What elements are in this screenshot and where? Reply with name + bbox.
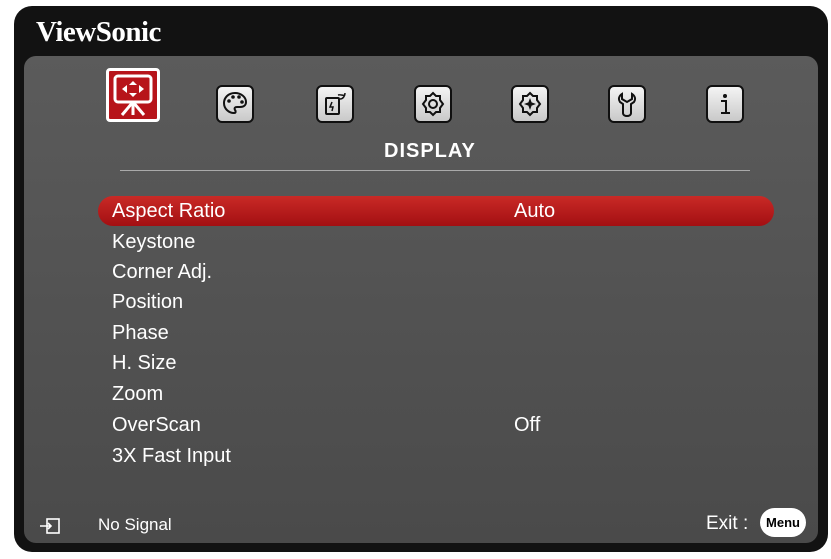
tab-display[interactable] — [106, 68, 160, 122]
menu-item-corner-adj[interactable]: Corner Adj. — [98, 257, 774, 287]
menu-panel: DISPLAY Aspect Ratio Auto Keystone Corne… — [24, 56, 818, 543]
exit-label: Exit : — [706, 513, 749, 534]
menu-item-label: Phase — [112, 322, 169, 344]
tab-advanced[interactable] — [511, 85, 549, 123]
menu-item-keystone[interactable]: Keystone — [98, 227, 774, 257]
menu-item-3x-fast-input[interactable]: 3X Fast Input — [98, 441, 774, 471]
menu-item-zoom[interactable]: Zoom — [98, 379, 774, 409]
information-icon — [721, 94, 730, 114]
menu-item-overscan[interactable]: OverScan Off — [98, 410, 774, 440]
divider — [120, 170, 750, 171]
menu-item-value: Auto — [514, 200, 556, 222]
tab-information[interactable] — [706, 85, 744, 123]
section-title: DISPLAY — [384, 140, 476, 162]
menu-item-label: Corner Adj. — [112, 261, 213, 283]
display-icon — [113, 74, 153, 116]
menu-item-aspect-ratio[interactable]: Aspect Ratio Auto — [98, 196, 774, 226]
tab-power-management[interactable] — [316, 85, 354, 123]
menu-item-label: Zoom — [112, 383, 164, 405]
menu-item-label: H. Size — [112, 352, 177, 374]
tab-bar — [24, 56, 818, 136]
menu-item-h-size[interactable]: H. Size — [98, 348, 774, 378]
advanced-settings-icon — [518, 91, 542, 117]
input-source-icon — [40, 518, 60, 534]
menu-item-value: Off — [514, 414, 541, 436]
menu-item-phase[interactable]: Phase — [98, 318, 774, 348]
picture-palette-icon — [222, 91, 248, 115]
osd-window: ViewSonic DISPLAY Aspect Ratio Auto Keys… — [14, 6, 828, 552]
tab-basic[interactable] — [414, 85, 452, 123]
menu-item-label: Keystone — [112, 231, 196, 253]
brand-logo: ViewSonic — [36, 16, 161, 48]
basic-settings-icon — [421, 91, 445, 117]
tab-picture[interactable] — [216, 85, 254, 123]
menu-button[interactable]: Menu — [760, 508, 806, 537]
tab-system[interactable] — [608, 85, 646, 123]
menu-item-label: Position — [112, 291, 184, 313]
system-wrench-icon — [617, 92, 637, 118]
power-management-icon — [325, 92, 346, 115]
signal-status: No Signal — [98, 515, 172, 534]
menu-item-label: 3X Fast Input — [112, 445, 231, 467]
menu-item-label: OverScan — [112, 414, 201, 436]
menu-item-label: Aspect Ratio — [112, 200, 226, 222]
menu-item-position[interactable]: Position — [98, 287, 774, 317]
